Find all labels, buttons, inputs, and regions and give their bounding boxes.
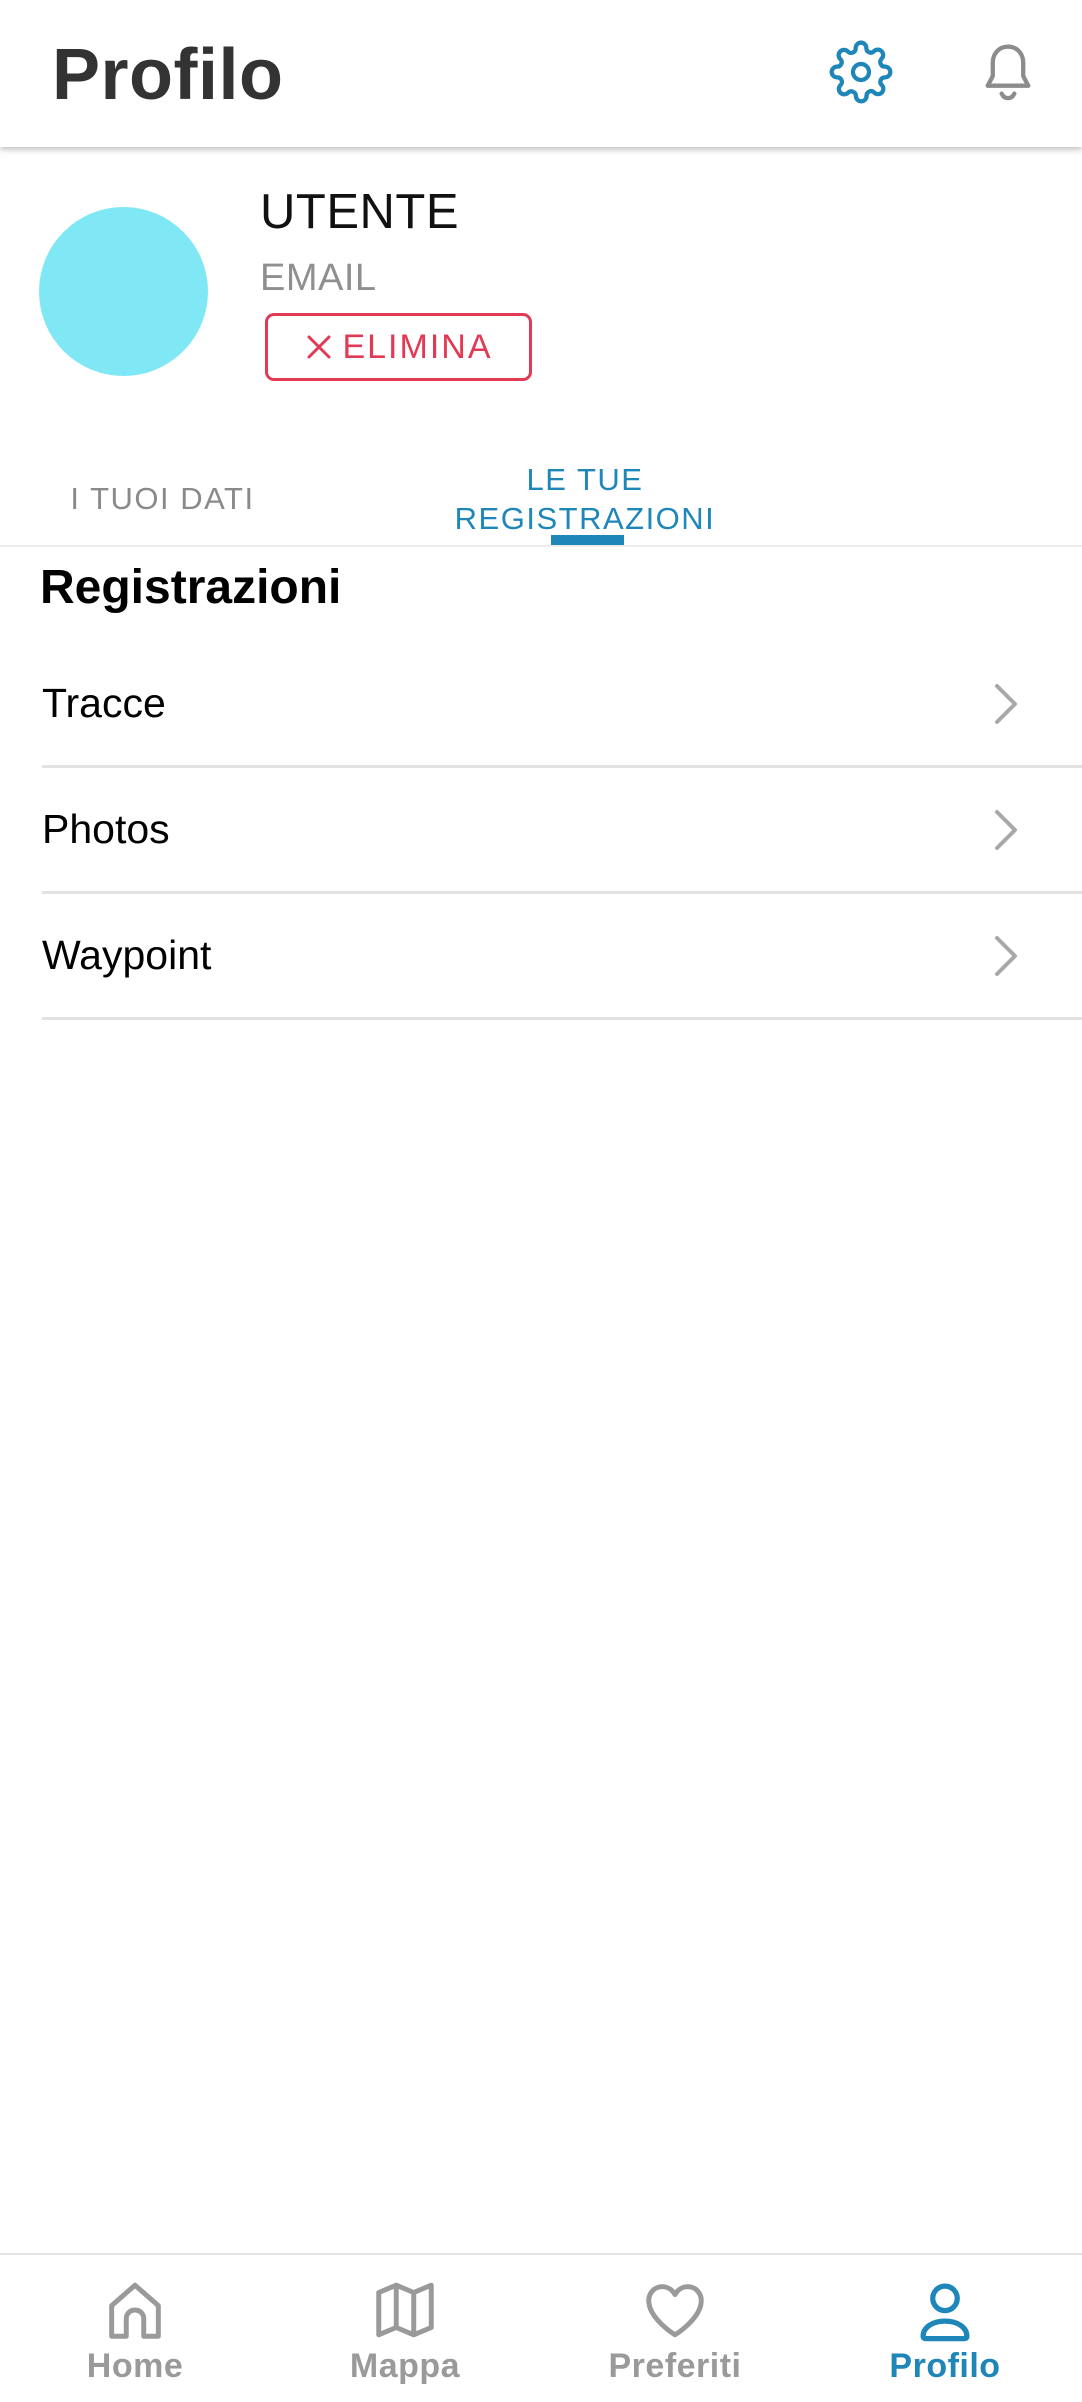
nav-map[interactable]: Mappa <box>270 2255 540 2402</box>
nav-label: Profilo <box>889 2347 1001 2385</box>
recordings-list: Tracce Photos Waypoint <box>42 642 1082 1020</box>
gear-icon <box>829 40 893 104</box>
home-icon <box>109 2282 161 2339</box>
chevron-right-icon <box>995 809 1017 850</box>
nav-label: Home <box>86 2347 184 2385</box>
tab-label-line1: LE TUE <box>526 461 644 497</box>
nav-profile[interactable]: Profilo <box>810 2255 1080 2402</box>
nav-favorites[interactable]: Preferiti <box>540 2255 810 2402</box>
list-item-label: Photos <box>42 806 170 852</box>
map-icon <box>376 2282 434 2338</box>
tab-your-data[interactable]: I TUOI DATI <box>40 450 285 547</box>
notifications-button[interactable] <box>970 34 1046 110</box>
user-name: UTENTE <box>260 185 459 239</box>
active-tab-indicator <box>551 535 624 545</box>
nav-label: Mappa <box>349 2347 461 2385</box>
profile-screen: Profilo UTENTE EMAIL ELIMINA I TUOI DATI <box>0 0 1082 2402</box>
chevron-right-icon <box>995 683 1017 724</box>
nav-home[interactable]: Home <box>0 2255 270 2402</box>
tab-label: I TUOI DATI <box>70 480 255 516</box>
nav-label: Preferiti <box>608 2347 742 2385</box>
tab-your-recordings[interactable]: LE TUE REGISTRAZIONI <box>430 450 740 547</box>
profile-tabs: I TUOI DATI LE TUE REGISTRAZIONI <box>0 450 1082 547</box>
settings-button[interactable] <box>823 34 899 110</box>
user-email: EMAIL <box>260 257 377 299</box>
delete-button-label: ELIMINA <box>342 327 493 366</box>
delete-account-button[interactable]: ELIMINA <box>265 313 532 381</box>
list-item-waypoint[interactable]: Waypoint <box>42 894 1082 1020</box>
close-icon <box>307 335 331 359</box>
avatar <box>39 207 208 376</box>
page-title: Profilo <box>52 35 284 115</box>
bell-icon <box>985 44 1031 101</box>
tab-label-line2: REGISTRAZIONI <box>454 500 716 536</box>
user-icon <box>920 2283 970 2342</box>
section-title: Registrazioni <box>40 561 342 614</box>
list-item-label: Tracce <box>42 680 166 726</box>
list-item-photos[interactable]: Photos <box>42 768 1082 894</box>
chevron-right-icon <box>995 935 1017 976</box>
heart-icon <box>646 2284 704 2338</box>
bottom-nav: Home Mappa Preferiti Profilo <box>0 2253 1082 2402</box>
list-item-tracks[interactable]: Tracce <box>42 642 1082 768</box>
list-item-label: Waypoint <box>42 932 212 978</box>
app-header: Profilo <box>0 0 1082 147</box>
